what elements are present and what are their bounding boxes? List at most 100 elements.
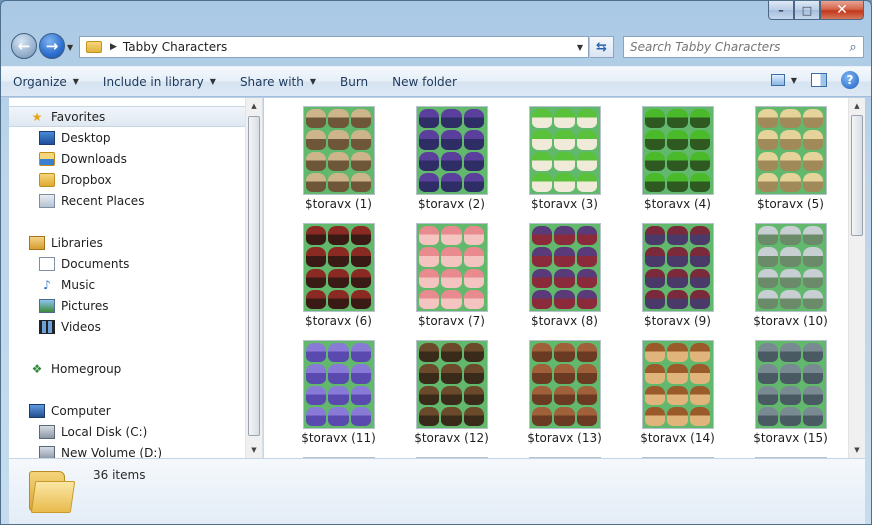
new-folder-button[interactable]: New folder: [380, 69, 469, 95]
nav-label: Computer: [51, 403, 111, 418]
file-item[interactable]: $toravx (5): [734, 106, 847, 211]
maximize-button[interactable]: □: [794, 1, 820, 20]
sprite-sheet-thumbnail: [754, 106, 827, 195]
nav-dropbox[interactable]: Dropbox: [9, 169, 247, 190]
nav-downloads[interactable]: Downloads: [9, 148, 247, 169]
refresh-button[interactable]: ⇆: [590, 36, 614, 58]
address-row: ← → ▼ ▶ Tabby Characters ▼ ⇆ ⌕: [1, 29, 871, 65]
file-name: $toravx (8): [531, 314, 598, 328]
hard-drive-icon: [39, 445, 55, 458]
sprite-sheet-thumbnail: [415, 223, 488, 312]
organize-label: Organize: [13, 74, 67, 89]
nav-homegroup[interactable]: ❖ Homegroup: [9, 358, 247, 379]
file-name: $toravx (3): [531, 197, 598, 211]
file-item[interactable]: $toravx (4): [621, 106, 734, 211]
help-icon[interactable]: ?: [841, 71, 859, 89]
preview-pane-icon[interactable]: [811, 73, 827, 87]
search-input[interactable]: [624, 40, 843, 54]
view-options-chevron-icon[interactable]: ▼: [791, 76, 797, 85]
sprite-sheet-thumbnail: [528, 106, 601, 195]
nav-computer[interactable]: Computer: [9, 400, 247, 421]
organize-button[interactable]: Organize ▼: [1, 69, 91, 95]
address-bar[interactable]: ▶ Tabby Characters ▼: [79, 36, 589, 58]
scroll-up-icon[interactable]: ▲: [246, 98, 262, 114]
computer-icon: [29, 403, 45, 418]
sprite-sheet-thumbnail: [754, 223, 827, 312]
file-item[interactable]: $toravx (6): [282, 223, 395, 328]
scroll-thumb[interactable]: [851, 115, 863, 236]
sprite-sheet-thumbnail: [415, 106, 488, 195]
chevron-down-icon: ▼: [309, 77, 316, 86]
file-item[interactable]: $toravx (10): [734, 223, 847, 328]
breadcrumb-arrow-icon[interactable]: ▶: [110, 42, 117, 52]
sprite-sheet-thumbnail: [528, 340, 601, 429]
refresh-icon: ⇆: [596, 39, 607, 55]
file-item[interactable]: $toravx (8): [508, 223, 621, 328]
share-with-label: Share with: [239, 74, 304, 89]
content-scrollbar[interactable]: ▲ ▼: [848, 98, 865, 458]
nav-favorites[interactable]: ★ Favorites: [9, 106, 247, 127]
downloads-folder-icon: [39, 151, 55, 166]
include-in-library-button[interactable]: Include in library ▼: [91, 69, 228, 95]
sprite-sheet-thumbnail: [641, 223, 714, 312]
desktop-icon: [39, 130, 55, 145]
file-item[interactable]: $toravx (11): [282, 340, 395, 445]
scroll-down-icon[interactable]: ▼: [246, 442, 262, 458]
toolbar-right: ▼ ?: [770, 71, 859, 89]
nav-label: New Volume (D:): [61, 445, 163, 459]
nav-recent-places[interactable]: Recent Places: [9, 190, 247, 211]
nav-pictures[interactable]: Pictures: [9, 295, 247, 316]
minimize-button[interactable]: –: [768, 1, 794, 20]
file-grid: $toravx (1) $toravx (2) $toravx (3) $toravx…: [282, 106, 847, 458]
nav-new-volume[interactable]: New Volume (D:): [9, 442, 247, 458]
file-item[interactable]: $toravx (14): [621, 340, 734, 445]
file-name: $toravx (11): [301, 431, 376, 445]
scroll-down-icon[interactable]: ▼: [849, 442, 865, 458]
search-box[interactable]: ⌕: [623, 36, 864, 58]
file-name: $toravx (15): [753, 431, 828, 445]
address-dropdown-icon[interactable]: ▼: [572, 43, 588, 52]
recent-pages-dropdown[interactable]: ▼: [67, 43, 73, 52]
file-name: $toravx (13): [527, 431, 602, 445]
recent-places-icon: [39, 193, 55, 208]
nav-label: Libraries: [51, 235, 103, 250]
music-note-icon: ♪: [43, 277, 51, 292]
homegroup-icon: ❖: [31, 361, 43, 376]
scroll-thumb[interactable]: [248, 116, 260, 436]
nav-videos[interactable]: Videos: [9, 316, 247, 337]
document-icon: [39, 256, 55, 271]
nav-local-disk[interactable]: Local Disk (C:): [9, 421, 247, 442]
navigation-scrollbar[interactable]: ▲ ▼: [245, 98, 262, 458]
nav-desktop[interactable]: Desktop: [9, 127, 247, 148]
file-item[interactable]: $toravx (12): [395, 340, 508, 445]
nav-label: Pictures: [61, 298, 109, 313]
file-item[interactable]: $toravx (3): [508, 106, 621, 211]
change-view-icon[interactable]: [770, 74, 785, 86]
file-item[interactable]: $toravx (2): [395, 106, 508, 211]
file-item[interactable]: $toravx (13): [508, 340, 621, 445]
breadcrumb-current[interactable]: Tabby Characters: [123, 40, 572, 54]
file-list: $toravx (1) $toravx (2) $toravx (3) $toravx…: [264, 98, 865, 458]
search-icon[interactable]: ⌕: [843, 40, 863, 55]
nav-libraries[interactable]: Libraries: [9, 232, 247, 253]
file-item[interactable]: $toravx (9): [621, 223, 734, 328]
burn-button[interactable]: Burn: [328, 69, 380, 95]
file-item[interactable]: $toravx (7): [395, 223, 508, 328]
command-bar: Organize ▼ Include in library ▼ Share with…: [1, 66, 871, 97]
scroll-up-icon[interactable]: ▲: [849, 98, 865, 114]
file-item[interactable]: $toravx (1): [282, 106, 395, 211]
share-with-button[interactable]: Share with ▼: [228, 69, 328, 95]
back-button[interactable]: ←: [11, 33, 37, 59]
file-item[interactable]: $toravx (15): [734, 340, 847, 445]
close-button[interactable]: ✕: [820, 1, 864, 20]
nav-label: Local Disk (C:): [61, 424, 148, 439]
file-name: $toravx (4): [644, 197, 711, 211]
sprite-sheet-thumbnail: [641, 106, 714, 195]
file-name: $toravx (7): [418, 314, 485, 328]
nav-documents[interactable]: Documents: [9, 253, 247, 274]
sprite-sheet-thumbnail: [415, 340, 488, 429]
nav-music[interactable]: ♪ Music: [9, 274, 247, 295]
forward-button[interactable]: →: [39, 33, 65, 59]
